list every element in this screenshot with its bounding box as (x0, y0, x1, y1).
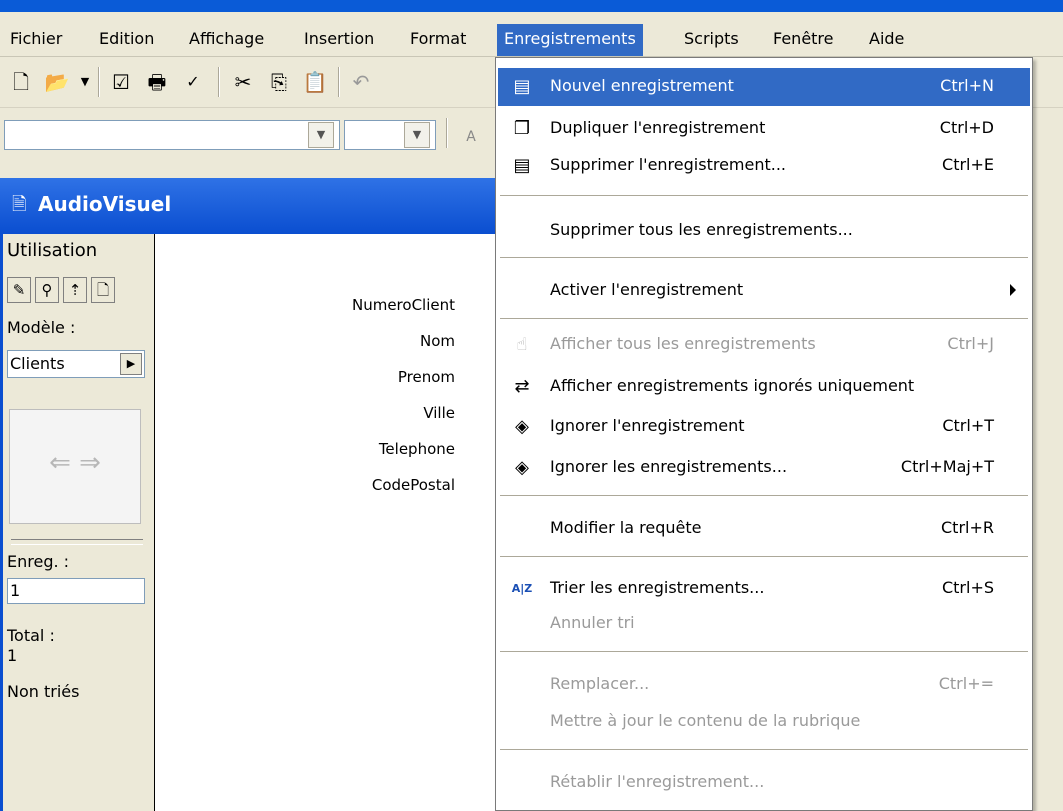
menu-format[interactable]: Format (403, 24, 473, 56)
open-folder-icon[interactable]: 📂 (42, 67, 72, 97)
window-title-bar[interactable]: 🗎 AudioVisuel (0, 178, 500, 234)
field-label-codepostal: CodePostal (371, 476, 455, 494)
menu-affichage[interactable]: Affichage (182, 24, 271, 56)
menu-insertion[interactable]: Insertion (297, 24, 381, 56)
toolbar-separator (98, 67, 100, 97)
record-book-icon[interactable]: ⇐ ⇒ (9, 409, 141, 524)
menu-item-show-omitted-only[interactable]: ⇄ Afficher enregistrements ignorés uniqu… (498, 368, 1030, 406)
checkbox-icon[interactable]: ☑ (106, 67, 136, 97)
field-label-numeroclient: NumeroClient (351, 296, 455, 314)
total-value: 1 (7, 646, 18, 665)
field-label-nom: Nom (419, 332, 455, 350)
font-combo[interactable] (4, 120, 340, 150)
menu-edition[interactable]: Edition (92, 24, 161, 56)
menu-enregistrements[interactable]: Enregistrements (497, 24, 643, 56)
font-size-icon[interactable]: A (456, 122, 486, 152)
record-slider[interactable] (11, 539, 143, 545)
browse-mode-icon[interactable]: ✎ (7, 277, 31, 303)
menu-bar: Fichier Edition Affichage Insertion Form… (0, 12, 1063, 57)
window-title: AudioVisuel (38, 192, 172, 216)
record-label: Enreg. : (7, 552, 70, 571)
menu-separator (500, 495, 1028, 499)
submenu-arrow-icon (1010, 284, 1016, 296)
record-number-input[interactable]: 1 (7, 578, 145, 604)
menu-scripts[interactable]: Scripts (677, 24, 746, 56)
chevron-right-icon[interactable]: ▶ (120, 353, 142, 375)
field-label-prenom: Prenom (397, 368, 455, 386)
omit-record-icon: ◈ (515, 416, 529, 437)
duplicate-record-icon: ❐ (513, 118, 531, 139)
find-mode-icon[interactable]: ⚲ (35, 277, 59, 303)
menu-separator (500, 257, 1028, 261)
menu-item-omit-multiple[interactable]: ◈ Ignorer les enregistrements... Ctrl+Ma… (498, 449, 1030, 487)
toolbar-separator (338, 67, 340, 97)
menu-item-replace[interactable]: Remplacer... Ctrl+= (498, 666, 1030, 704)
delete-record-icon: ▤ (513, 155, 531, 176)
toolbar-separator (218, 67, 220, 97)
book-arrows-icon: ⇐ ⇒ (49, 448, 101, 478)
top-window-edge (0, 0, 1063, 12)
menu-item-sort-records[interactable]: A|Z Trier les enregistrements... Ctrl+S (498, 570, 1030, 608)
undo-icon[interactable]: ↶ (346, 67, 376, 97)
sort-az-icon: A|Z (511, 582, 533, 595)
paste-icon[interactable]: 📋 (300, 67, 330, 97)
layout-mode-icon[interactable]: ⇡ (63, 277, 87, 303)
database-icon: 🗎 (12, 194, 27, 215)
menu-separator (500, 318, 1028, 322)
preview-mode-icon[interactable]: 🗋 (91, 277, 115, 303)
menu-separator (500, 749, 1028, 753)
chevron-down-icon[interactable]: ▼ (308, 122, 334, 148)
spell-check-icon[interactable]: ✓ (178, 67, 208, 97)
toolbar-separator (446, 118, 448, 148)
omit-multiple-icon: ◈ (515, 457, 529, 478)
record-layout: NumeroClient Nom Prenom Ville Telephone … (155, 234, 495, 811)
menu-item-omit-record[interactable]: ◈ Ignorer l'enregistrement Ctrl+T (498, 408, 1030, 446)
new-record-icon: ▤ (513, 76, 531, 97)
mode-label: Utilisation (7, 240, 98, 261)
menu-item-show-all-records[interactable]: ☝ Afficher tous les enregistrements Ctrl… (498, 326, 1030, 364)
sort-status: Non triés (7, 682, 80, 701)
menu-item-new-record[interactable]: ▤ Nouvel enregistrement Ctrl+N (498, 68, 1030, 106)
field-label-ville: Ville (423, 404, 455, 422)
menu-item-activate-record[interactable]: Activer l'enregistrement (498, 272, 1030, 310)
menu-separator (500, 195, 1028, 199)
show-omitted-icon: ⇄ (514, 376, 530, 397)
menu-item-modify-find[interactable]: Modifier la requête Ctrl+R (498, 510, 1030, 548)
menu-item-delete-all-records[interactable]: Supprimer tous les enregistrements... (498, 212, 1030, 250)
new-document-icon[interactable]: 🗋 (6, 67, 36, 97)
menu-fichier[interactable]: Fichier (3, 24, 69, 56)
status-area: Utilisation ✎ ⚲ ⇡ 🗋 Modèle : Clients ▶ ⇐… (0, 234, 155, 811)
print-icon[interactable]: 🖶 (142, 67, 172, 97)
chevron-down-icon[interactable]: ▼ (70, 67, 100, 97)
menu-aide[interactable]: Aide (862, 24, 911, 56)
menu-item-relookup-field[interactable]: Mettre à jour le contenu de la rubrique (498, 703, 1030, 741)
model-label: Modèle : (7, 318, 76, 337)
layout-selector[interactable]: Clients ▶ (7, 350, 145, 378)
menu-item-duplicate-record[interactable]: ❐ Dupliquer l'enregistrement Ctrl+D (498, 110, 1030, 148)
menu-item-unsort[interactable]: Annuler tri (498, 605, 1030, 643)
records-dropdown-menu: ▤ Nouvel enregistrement Ctrl+N ❐ Dupliqu… (495, 57, 1033, 811)
menu-item-revert-record[interactable]: Rétablir l'enregistrement... (498, 764, 1030, 802)
menu-separator (500, 651, 1028, 655)
menu-separator (500, 556, 1028, 560)
chevron-down-icon[interactable]: ▼ (404, 122, 430, 148)
cut-icon[interactable]: ✂ (228, 67, 258, 97)
show-all-icon: ☝ (516, 334, 528, 355)
layout-selector-value: Clients (10, 354, 65, 373)
menu-fenetre[interactable]: Fenêtre (766, 24, 841, 56)
total-label: Total : (7, 626, 55, 645)
menu-item-delete-record[interactable]: ▤ Supprimer l'enregistrement... Ctrl+E (498, 147, 1030, 185)
field-label-telephone: Telephone (378, 440, 455, 458)
copy-icon[interactable]: ⎘ (264, 67, 294, 97)
